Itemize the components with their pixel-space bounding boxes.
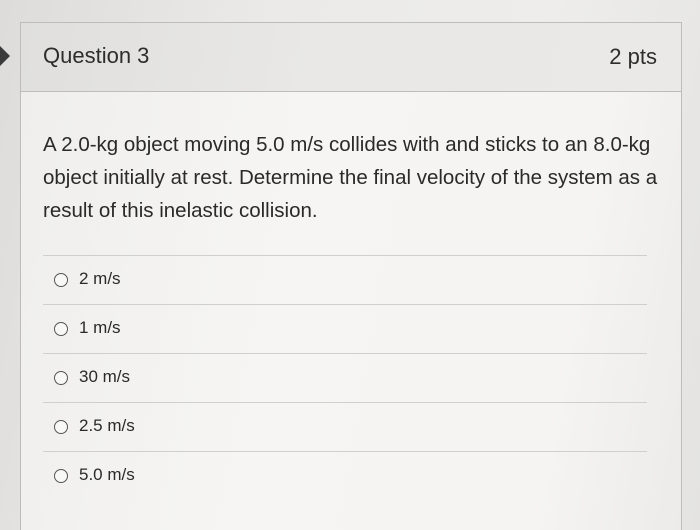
answer-label[interactable]: 30 m/s [79,367,130,387]
radio-button[interactable] [54,420,68,434]
answer-option[interactable]: 30 m/s [43,353,647,402]
answer-option[interactable]: 5.0 m/s [43,451,647,500]
answer-label[interactable]: 1 m/s [79,318,121,338]
answer-option[interactable]: 1 m/s [43,304,647,353]
radio-button[interactable] [54,322,68,336]
answer-label[interactable]: 2.5 m/s [79,416,135,436]
answer-option[interactable]: 2 m/s [43,255,647,304]
question-card: Question 3 2 pts A 2.0-kg object moving … [20,22,682,530]
question-text: A 2.0-kg object moving 5.0 m/s collides … [43,133,658,222]
radio-button[interactable] [54,273,68,287]
question-points: 2 pts [609,44,657,69]
answer-option[interactable]: 2.5 m/s [43,402,647,451]
question-header: Question 3 2 pts [21,23,681,92]
question-title: Question 3 [43,43,150,68]
radio-button[interactable] [54,469,68,483]
answer-label[interactable]: 2 m/s [79,269,121,289]
answer-label[interactable]: 5.0 m/s [79,465,135,485]
answer-list: 2 m/s 1 m/s 30 m/s 2.5 m/s 5.0 m/s [21,255,681,500]
current-question-marker [0,46,10,66]
radio-button[interactable] [54,371,68,385]
